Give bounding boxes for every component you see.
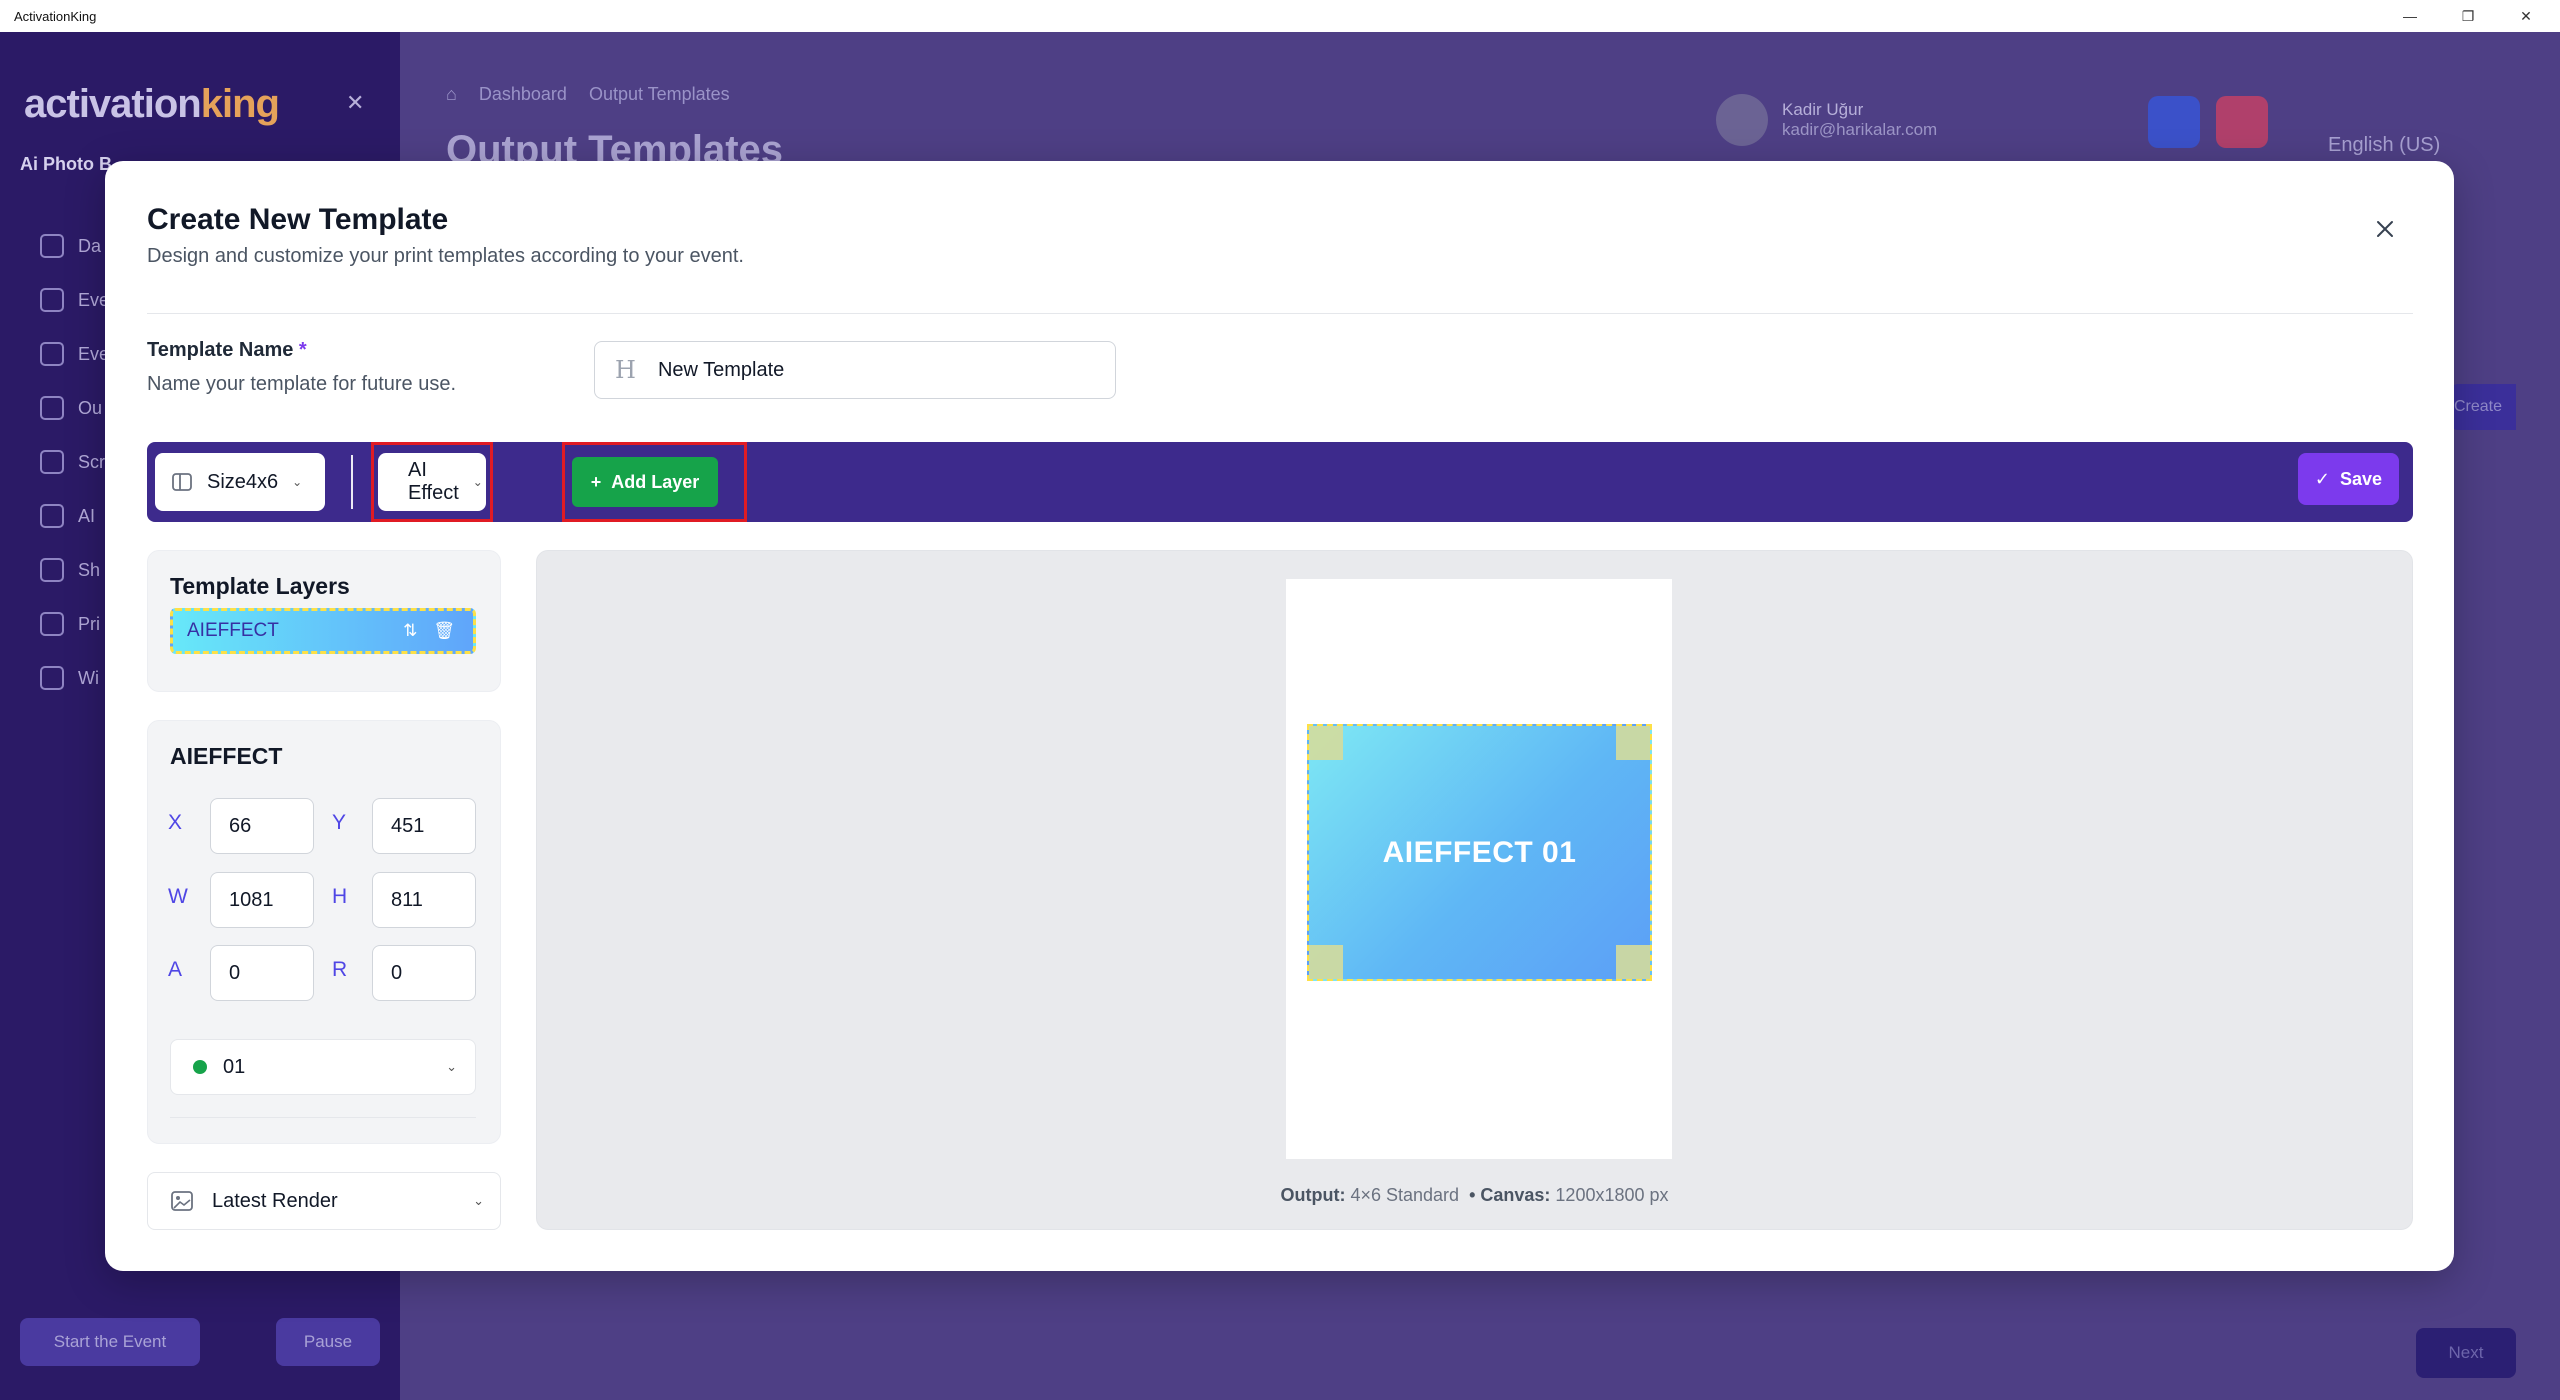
- breadcrumb: ⌂ Dashboard Output Templates: [446, 84, 730, 105]
- user-frame-icon: [40, 396, 64, 420]
- size-dropdown[interactable]: Size4x6 ⌄: [155, 453, 325, 511]
- heading-icon: H: [615, 356, 636, 384]
- monitor-icon: [40, 450, 64, 474]
- gear-icon: [40, 342, 64, 366]
- user-email: kadir@harikalar.com: [1782, 120, 1938, 139]
- window-titlebar: ActivationKing — ❐ ✕: [0, 0, 2560, 32]
- canvas-size-value: 1200x1800 px: [1555, 1185, 1669, 1205]
- x-input[interactable]: [210, 798, 314, 854]
- w-input[interactable]: [210, 872, 314, 928]
- template-layers-panel: Template Layers AIEFFECT ⇅ 🗑: [147, 550, 501, 692]
- ai-effect-layer-label: AIEFFECT 01: [1382, 835, 1577, 869]
- sparkle-icon: [40, 666, 64, 690]
- resize-handle-bottom-left[interactable]: [1309, 945, 1343, 979]
- create-template-modal: Create New Template Design and customize…: [105, 161, 2454, 1271]
- wifi-button[interactable]: [2148, 96, 2200, 148]
- layer-type-label: AI Effect: [408, 459, 459, 504]
- template-name-label: Template Name *: [147, 339, 307, 361]
- template-canvas[interactable]: AIEFFECT 01: [1286, 579, 1672, 1159]
- status-dot: [193, 1060, 207, 1074]
- required-asterisk: *: [298, 339, 307, 361]
- sidebar-app-title: Ai Photo B: [20, 154, 112, 174]
- add-layer-button[interactable]: + Add Layer: [572, 457, 718, 507]
- image-icon: [171, 1191, 193, 1211]
- layer-name: AIEFFECT: [187, 620, 279, 641]
- modal-title: Create New Template: [147, 203, 449, 236]
- r-input[interactable]: [372, 945, 476, 1001]
- sidebar-close-icon[interactable]: ✕: [346, 90, 364, 116]
- canvas-area: AIEFFECT 01 Output: 4×6 Standard • Canva…: [536, 550, 2413, 1230]
- modal-divider: [147, 313, 2413, 314]
- template-layers-title: Template Layers: [170, 573, 350, 599]
- a-label: A: [168, 958, 183, 981]
- window-controls: — ❐ ✕: [2400, 6, 2546, 26]
- r-label: R: [332, 958, 348, 981]
- plus-icon: +: [590, 471, 602, 492]
- printer-icon: [40, 612, 64, 636]
- reorder-icon[interactable]: ⇅: [403, 621, 417, 641]
- properties-title: AIEFFECT: [170, 743, 283, 769]
- editor-toolbar: Size4x6 ⌄ AI Effect ⌄ + Add Layer ✓ Save: [147, 442, 2413, 522]
- close-icon[interactable]: [2369, 213, 2401, 245]
- language-select[interactable]: English (US): [2328, 134, 2440, 157]
- restore-button[interactable]: ❐: [2458, 6, 2478, 26]
- minimize-button[interactable]: —: [2400, 6, 2420, 26]
- user-name: Kadir Uğur: [1782, 100, 1864, 119]
- properties-divider: [170, 1117, 476, 1118]
- wand-icon: [40, 504, 64, 528]
- trash-icon[interactable]: 🗑: [433, 621, 455, 641]
- share-icon: [40, 558, 64, 582]
- render-select[interactable]: Latest Render ⌄: [147, 1172, 501, 1230]
- home-icon: [40, 234, 64, 258]
- resize-handle-bottom-right[interactable]: [1616, 945, 1650, 979]
- effect-select[interactable]: 01 ⌄: [170, 1039, 476, 1095]
- home-icon[interactable]: ⌂: [446, 84, 457, 105]
- chevron-down-icon: ⌄: [446, 1059, 457, 1074]
- size-label: Size4x6: [207, 470, 279, 493]
- avatar: [1716, 94, 1768, 146]
- h-input[interactable]: [372, 872, 476, 928]
- pause-button[interactable]: Pause: [276, 1318, 380, 1366]
- render-select-value: Latest Render: [212, 1189, 338, 1212]
- close-window-button[interactable]: ✕: [2516, 6, 2536, 26]
- breadcrumb-dashboard[interactable]: Dashboard: [479, 84, 567, 105]
- w-label: W: [168, 885, 188, 908]
- start-event-button[interactable]: Start the Event: [20, 1318, 200, 1366]
- layer-item[interactable]: AIEFFECT ⇅ 🗑: [170, 608, 476, 654]
- canvas-info: Output: 4×6 Standard • Canvas: 1200x1800…: [1280, 1185, 1669, 1205]
- toolbar-separator: [351, 455, 353, 509]
- h-label: H: [332, 885, 348, 908]
- a-input[interactable]: [210, 945, 314, 1001]
- app-logo: activationking: [24, 82, 280, 126]
- ai-effect-layer[interactable]: AIEFFECT 01: [1307, 724, 1652, 981]
- chevron-down-icon: ⌄: [473, 1193, 484, 1208]
- layer-type-dropdown[interactable]: AI Effect ⌄: [378, 453, 486, 511]
- logout-button[interactable]: [2216, 96, 2268, 148]
- window-title: ActivationKing: [14, 8, 97, 24]
- layout-icon: [172, 473, 192, 491]
- user-block: Kadir Uğur kadir@harikalar.com: [1716, 94, 1937, 146]
- chevron-down-icon: ⌄: [292, 475, 303, 489]
- modal-subtitle: Design and customize your print template…: [147, 245, 744, 267]
- resize-handle-top-right[interactable]: [1616, 726, 1650, 760]
- y-input[interactable]: [372, 798, 476, 854]
- check-icon: ✓: [2314, 468, 2331, 489]
- layer-properties-panel: AIEFFECT X Y W H A R 01 ⌄: [147, 720, 501, 1144]
- resize-handle-top-left[interactable]: [1309, 726, 1343, 760]
- y-label: Y: [332, 811, 347, 834]
- template-name-field[interactable]: H: [594, 341, 1116, 399]
- chevron-down-icon: ⌄: [472, 475, 483, 489]
- x-label: X: [168, 811, 183, 834]
- output-value: 4×6 Standard: [1350, 1185, 1460, 1205]
- bolt-icon: [40, 288, 64, 312]
- template-name-input[interactable]: [657, 358, 1078, 382]
- effect-select-value: 01: [223, 1055, 246, 1078]
- save-button[interactable]: ✓ Save: [2298, 453, 2399, 505]
- breadcrumb-output-templates[interactable]: Output Templates: [589, 84, 730, 105]
- create-button[interactable]: Create: [2450, 384, 2516, 430]
- template-name-hint: Name your template for future use.: [147, 373, 457, 395]
- next-button[interactable]: Next: [2416, 1328, 2516, 1378]
